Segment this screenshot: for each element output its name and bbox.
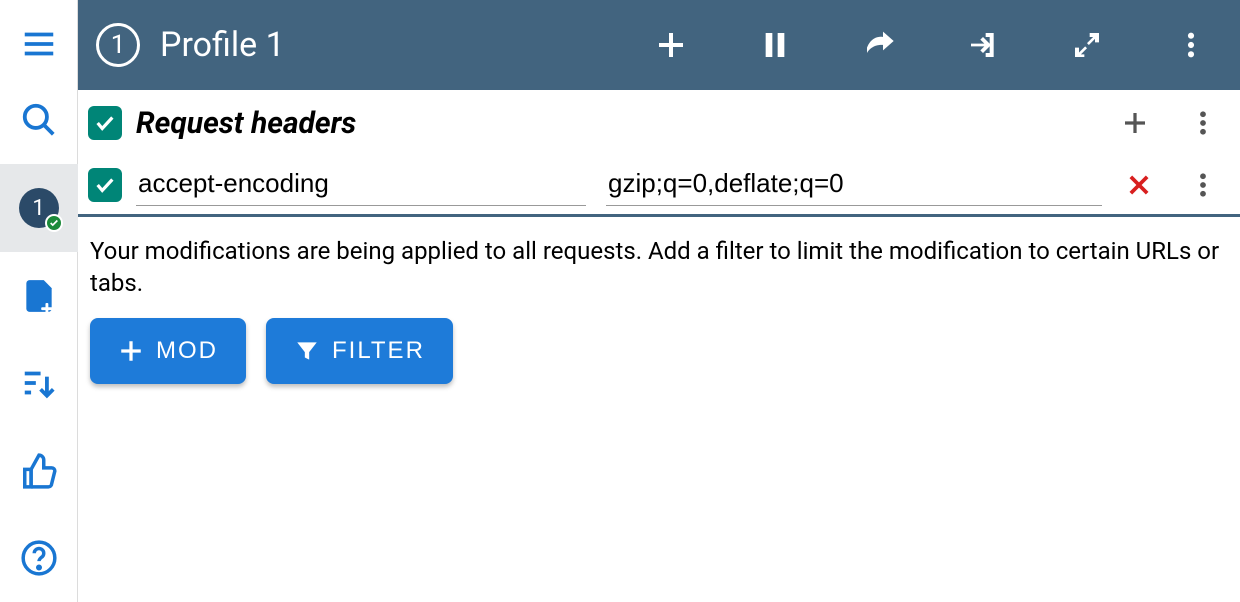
profile-badge-number: 1 [32,196,44,221]
more-vert-icon [1175,29,1207,61]
more-vert-icon [1188,170,1218,200]
button-row: MOD FILTER [78,304,1240,398]
sort-button[interactable] [0,339,78,427]
main-area: 1 Profile 1 Request headers [78,0,1240,602]
menu-button[interactable] [0,12,78,77]
share-icon [863,29,895,61]
side-rail: 1 [0,0,78,602]
close-icon [1125,171,1153,199]
expand-button[interactable] [1062,20,1112,70]
search-button[interactable] [0,77,78,165]
add-filter-label: FILTER [332,337,425,365]
active-check-icon [45,214,63,232]
add-mod-button[interactable]: MOD [90,318,246,384]
app-header: 1 Profile 1 [78,0,1240,90]
header-profile-number: 1 [111,30,126,60]
hamburger-icon [20,25,58,63]
add-button[interactable] [646,20,696,70]
page-title: Profile 1 [160,25,592,65]
pause-icon [759,29,791,61]
plus-icon [655,29,687,61]
header-entry-row [78,156,1240,214]
import-icon [967,29,999,61]
add-header-button[interactable] [1118,106,1152,140]
check-icon [94,112,116,134]
help-icon [20,539,58,577]
profile-tab[interactable]: 1 [0,164,78,252]
like-button[interactable] [0,427,78,515]
more-button[interactable] [1166,20,1216,70]
section-more-button[interactable] [1186,106,1220,140]
section-title: Request headers [136,106,1118,141]
filter-icon [294,338,320,364]
add-mod-label: MOD [156,337,218,365]
add-file-button[interactable] [0,252,78,340]
expand-icon [1071,29,1103,61]
plus-icon [118,338,144,364]
sort-icon [20,364,58,402]
section-enable-checkbox[interactable] [88,106,122,140]
header-name-input[interactable] [136,164,586,206]
add-filter-button[interactable]: FILTER [266,318,453,384]
more-vert-icon [1188,108,1218,138]
header-enable-checkbox[interactable] [88,168,122,202]
thumbs-up-icon [20,452,58,490]
search-icon [20,101,58,139]
profile-badge: 1 [19,188,59,228]
notice-text: Your modifications are being applied to … [78,217,1240,304]
header-more-button[interactable] [1186,168,1220,202]
help-button[interactable] [0,514,78,602]
header-value-input[interactable] [606,164,1102,206]
section-header: Request headers [78,90,1240,156]
content: Request headers Yo [78,90,1240,398]
header-profile-circle: 1 [96,23,140,67]
pause-button[interactable] [750,20,800,70]
import-button[interactable] [958,20,1008,70]
file-plus-icon [20,277,58,315]
plus-icon [1120,108,1150,138]
delete-header-button[interactable] [1122,168,1156,202]
check-icon [94,174,116,196]
share-button[interactable] [854,20,904,70]
